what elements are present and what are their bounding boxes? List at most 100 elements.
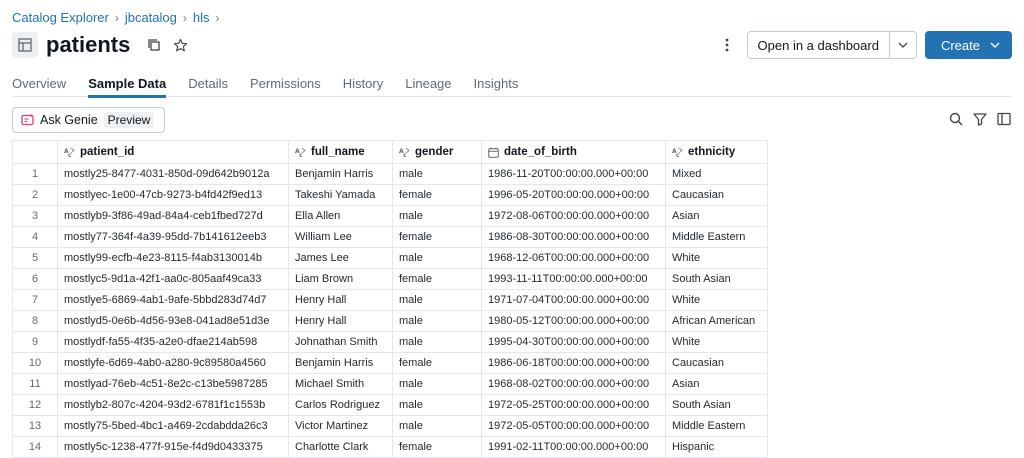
column-header-full-name[interactable]: Ac full_name: [288, 140, 393, 164]
table-cell[interactable]: mostlyfe-6d69-4ab0-a280-9c89580a4560: [57, 352, 289, 374]
table-cell[interactable]: White: [665, 331, 768, 353]
table-row[interactable]: 3 mostlyb9-3f86-49ad-84a4-ceb1fbed727d Ell…: [12, 205, 768, 227]
tab-insights[interactable]: Insights: [474, 72, 519, 97]
table-row[interactable]: 7 mostlye5-6869-4ab1-9afe-5bbd283d74d7 Hen…: [12, 289, 768, 311]
star-icon[interactable]: [170, 35, 190, 55]
table-cell[interactable]: Michael Smith: [288, 373, 393, 395]
table-cell[interactable]: James Lee: [288, 247, 393, 269]
table-cell[interactable]: Henry Hall: [288, 310, 393, 332]
table-cell[interactable]: male: [392, 415, 482, 437]
table-cell[interactable]: Takeshi Yamada: [288, 184, 393, 206]
table-row[interactable]: 8 mostlyd5-0e6b-4d56-93e8-041ad8e51d3e Hen…: [12, 310, 768, 332]
kebab-menu-icon[interactable]: [715, 31, 739, 59]
table-cell[interactable]: mostly99-ecfb-4e23-8115-f4ab3130014b: [57, 247, 289, 269]
table-cell[interactable]: mostly25-8477-4031-850d-09d642b9012a: [57, 163, 289, 185]
table-cell[interactable]: female: [392, 184, 482, 206]
table-cell[interactable]: White: [665, 247, 768, 269]
table-cell[interactable]: mostly5c-1238-477f-915e-f4d9d0433375: [57, 436, 289, 458]
table-row[interactable]: 10 mostlyfe-6d69-4ab0-a280-9c89580a4560 Be…: [12, 352, 768, 374]
table-cell[interactable]: mostlyc5-9d1a-42f1-aa0c-805aaf49ca33: [57, 268, 289, 290]
table-cell[interactable]: 1972-08-06T00:00:00.000+00:00: [481, 205, 666, 227]
table-cell[interactable]: Caucasian: [665, 184, 768, 206]
table-cell[interactable]: African American: [665, 310, 768, 332]
table-cell[interactable]: 1991-02-11T00:00:00.000+00:00: [481, 436, 666, 458]
table-cell[interactable]: 1968-08-02T00:00:00.000+00:00: [481, 373, 666, 395]
table-cell[interactable]: South Asian: [665, 394, 768, 416]
table-cell[interactable]: William Lee: [288, 226, 393, 248]
table-cell[interactable]: mostly75-5bed-4bc1-a469-2cdabdda26c3: [57, 415, 289, 437]
table-cell[interactable]: Henry Hall: [288, 289, 393, 311]
table-cell[interactable]: 1993-11-11T00:00:00.000+00:00: [481, 268, 666, 290]
table-cell[interactable]: mostlyb9-3f86-49ad-84a4-ceb1fbed727d: [57, 205, 289, 227]
filter-icon[interactable]: [972, 111, 988, 127]
table-cell[interactable]: female: [392, 436, 482, 458]
column-header-patient-id[interactable]: Ac patient_id: [57, 140, 289, 164]
table-cell[interactable]: Middle Eastern: [665, 415, 768, 437]
table-row[interactable]: 14 mostly5c-1238-477f-915e-f4d9d0433375 Ch…: [12, 436, 768, 458]
table-cell[interactable]: male: [392, 331, 482, 353]
column-header-ethnicity[interactable]: Ac ethnicity: [665, 140, 768, 164]
table-cell[interactable]: mostly77-364f-4a39-95dd-7b141612eeb3: [57, 226, 289, 248]
table-cell[interactable]: Liam Brown: [288, 268, 393, 290]
table-cell[interactable]: Victor Martinez: [288, 415, 393, 437]
table-cell[interactable]: Hispanic: [665, 436, 768, 458]
tab-history[interactable]: History: [343, 72, 383, 97]
table-row[interactable]: 1 mostly25-8477-4031-850d-09d642b9012a Ben…: [12, 163, 768, 185]
table-cell[interactable]: South Asian: [665, 268, 768, 290]
table-cell[interactable]: male: [392, 163, 482, 185]
table-cell[interactable]: female: [392, 226, 482, 248]
breadcrumb-catalog-explorer[interactable]: Catalog Explorer: [12, 10, 109, 25]
table-cell[interactable]: Benjamin Harris: [288, 163, 393, 185]
tab-details[interactable]: Details: [188, 72, 228, 97]
table-row[interactable]: 2 mostlyec-1e00-47cb-9273-b4fd42f9ed13 Tak…: [12, 184, 768, 206]
search-icon[interactable]: [948, 111, 964, 127]
table-cell[interactable]: 1986-06-18T00:00:00.000+00:00: [481, 352, 666, 374]
chevron-down-icon[interactable]: [890, 32, 916, 58]
table-cell[interactable]: mostlyad-76eb-4c51-8e2c-c13be5987285: [57, 373, 289, 395]
table-row[interactable]: 6 mostlyc5-9d1a-42f1-aa0c-805aaf49ca33 Lia…: [12, 268, 768, 290]
table-cell[interactable]: White: [665, 289, 768, 311]
table-cell[interactable]: 1972-05-05T00:00:00.000+00:00: [481, 415, 666, 437]
table-cell[interactable]: Asian: [665, 373, 768, 395]
table-cell[interactable]: Johnathan Smith: [288, 331, 393, 353]
tab-lineage[interactable]: Lineage: [405, 72, 451, 97]
table-cell[interactable]: male: [392, 247, 482, 269]
table-cell[interactable]: mostlyec-1e00-47cb-9273-b4fd42f9ed13: [57, 184, 289, 206]
breadcrumb-jbcatalog[interactable]: jbcatalog: [125, 10, 177, 25]
table-cell[interactable]: male: [392, 373, 482, 395]
table-cell[interactable]: 1971-07-04T00:00:00.000+00:00: [481, 289, 666, 311]
create-button[interactable]: Create: [924, 31, 1012, 59]
sidebar-panel-icon[interactable]: [996, 111, 1012, 127]
tab-permissions[interactable]: Permissions: [250, 72, 321, 97]
copy-icon[interactable]: [144, 35, 164, 55]
table-cell[interactable]: Carlos Rodriguez: [288, 394, 393, 416]
table-cell[interactable]: Ella Allen: [288, 205, 393, 227]
table-row[interactable]: 5 mostly99-ecfb-4e23-8115-f4ab3130014b Jam…: [12, 247, 768, 269]
table-cell[interactable]: 1972-05-25T00:00:00.000+00:00: [481, 394, 666, 416]
table-cell[interactable]: 1996-05-20T00:00:00.000+00:00: [481, 184, 666, 206]
table-cell[interactable]: Middle Eastern: [665, 226, 768, 248]
table-cell[interactable]: 1995-04-30T00:00:00.000+00:00: [481, 331, 666, 353]
table-cell[interactable]: male: [392, 205, 482, 227]
table-row[interactable]: 9 mostlydf-fa55-4f35-a2e0-dfae214ab598 Joh…: [12, 331, 768, 353]
table-cell[interactable]: male: [392, 310, 482, 332]
table-cell[interactable]: male: [392, 289, 482, 311]
breadcrumb-hls[interactable]: hls: [193, 10, 210, 25]
tab-sample-data[interactable]: Sample Data: [88, 72, 167, 98]
table-cell[interactable]: male: [392, 394, 482, 416]
table-cell[interactable]: Charlotte Clark: [288, 436, 393, 458]
column-header-gender[interactable]: Ac gender: [392, 140, 482, 164]
table-cell[interactable]: 1986-08-30T00:00:00.000+00:00: [481, 226, 666, 248]
table-cell[interactable]: mostlydf-fa55-4f35-a2e0-dfae214ab598: [57, 331, 289, 353]
open-dashboard-button[interactable]: Open in a dashboard: [748, 32, 890, 58]
table-cell[interactable]: Mixed: [665, 163, 768, 185]
table-row[interactable]: 12 mostlyb2-807c-4204-93d2-6781f1c1553b Ca…: [12, 394, 768, 416]
table-row[interactable]: 13 mostly75-5bed-4bc1-a469-2cdabdda26c3 Vi…: [12, 415, 768, 437]
tab-overview[interactable]: Overview: [12, 72, 66, 97]
table-cell[interactable]: Benjamin Harris: [288, 352, 393, 374]
table-cell[interactable]: Asian: [665, 205, 768, 227]
table-cell[interactable]: Caucasian: [665, 352, 768, 374]
table-cell[interactable]: female: [392, 268, 482, 290]
column-header-date-of-birth[interactable]: date_of_birth: [481, 140, 666, 164]
table-cell[interactable]: female: [392, 352, 482, 374]
